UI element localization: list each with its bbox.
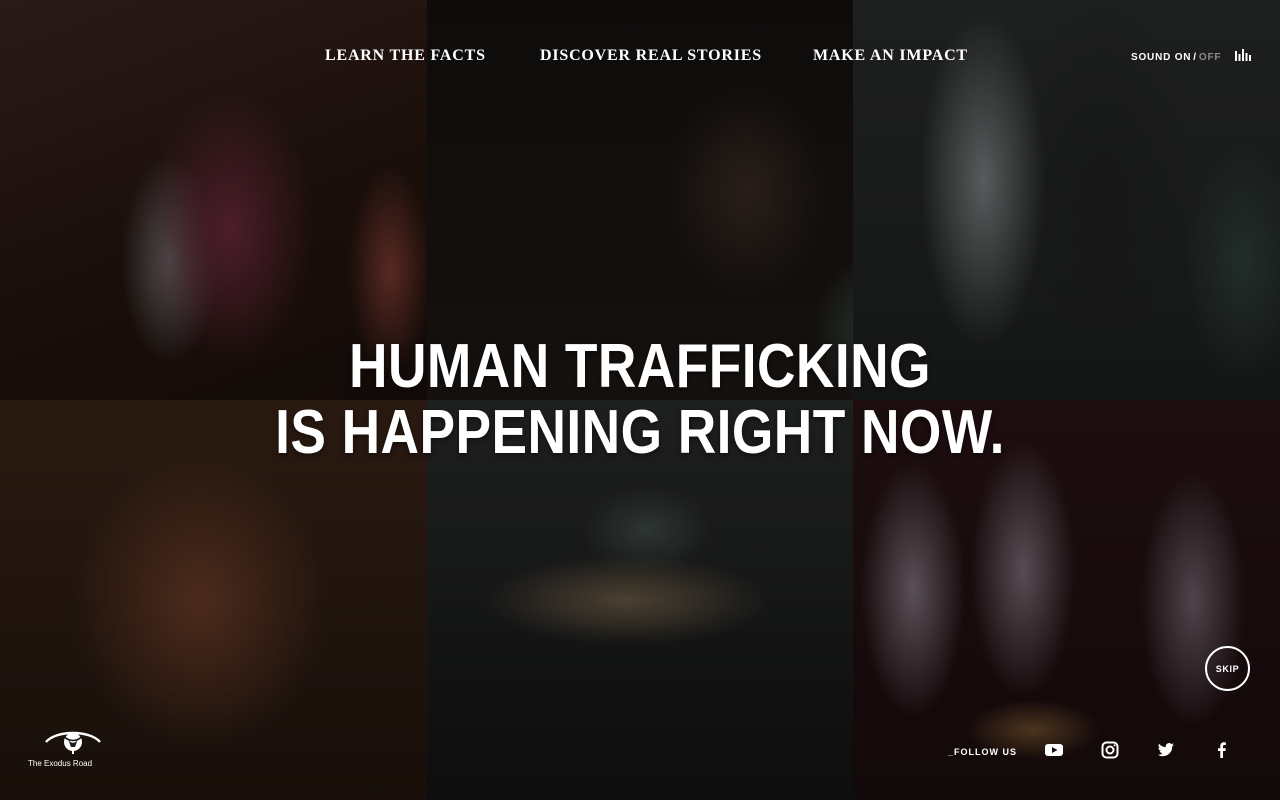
sound-off-button[interactable]: OFF <box>1199 52 1221 63</box>
facebook-icon[interactable] <box>1213 741 1231 759</box>
instagram-icon[interactable] <box>1101 741 1119 759</box>
sound-separator: / <box>1193 52 1197 63</box>
skip-button[interactable]: SKIP <box>1205 646 1250 691</box>
hero-headline: HUMAN TRAFFICKING IS HAPPENING RIGHT NOW… <box>0 334 1280 466</box>
youtube-icon[interactable] <box>1045 741 1063 759</box>
twitter-icon[interactable] <box>1157 741 1175 759</box>
eye-logo-icon <box>45 731 101 754</box>
equalizer-icon[interactable] <box>1235 49 1251 61</box>
nav-discover-real-stories[interactable]: DISCOVER REAL STORIES <box>540 47 762 65</box>
sound-on-button[interactable]: SOUND ON <box>1131 52 1191 63</box>
hero-line-1: HUMAN TRAFFICKING <box>349 332 931 401</box>
follow-us-label: _FOLLOW US <box>948 747 1017 757</box>
sound-toggle: SOUND ON / OFF <box>1131 52 1221 63</box>
nav-learn-the-facts[interactable]: LEARN THE FACTS <box>325 47 486 65</box>
main-nav: LEARN THE FACTS DISCOVER REAL STORIES MA… <box>0 47 1280 67</box>
brand-name: The Exodus Road <box>28 759 93 768</box>
logo[interactable]: The Exodus Road <box>28 728 118 770</box>
nav-make-an-impact[interactable]: MAKE AN IMPACT <box>813 47 968 65</box>
hero-line-2: IS HAPPENING RIGHT NOW. <box>275 398 1005 467</box>
